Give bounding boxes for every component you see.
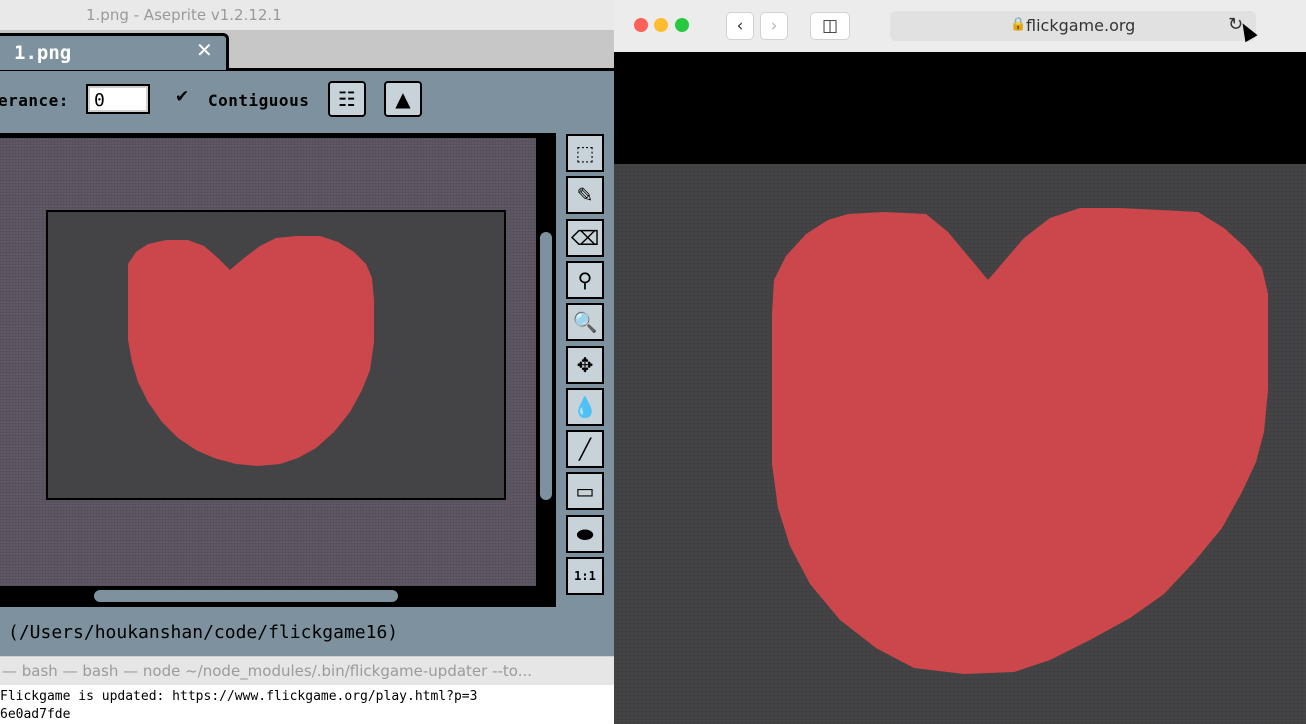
terminal-line: Flickgame is updated: https://www.flickg… (0, 689, 478, 704)
safari-window: ‹ › ◫ 🔒 flickgame.org ↻ (614, 0, 1306, 724)
terminal-title-bar: — bash — bash — node ~/node_modules/.bin… (0, 656, 614, 686)
actual-size-icon[interactable]: 1:1 (566, 557, 604, 595)
rectangular-marquee-icon[interactable]: ⬚ (566, 134, 604, 172)
tolerance-input[interactable]: 0 (86, 84, 150, 114)
tool-bar: ⬚ ✎ ⌫ ⚲ 🔍 ✥ 💧 ╱ ▭ ⬬ 1:1 (562, 130, 608, 608)
safari-toolbar: ‹ › ◫ 🔒 flickgame.org ↻ (614, 0, 1306, 53)
chevron-right-icon[interactable]: › (760, 12, 788, 40)
ink-icon[interactable]: ▲ (384, 81, 422, 117)
zoom-icon[interactable]: 🔍 (566, 303, 604, 342)
vertical-scroll-thumb[interactable] (540, 232, 552, 500)
aseprite-title-bar: 1.png - Aseprite v1.2.12.1 (0, 0, 614, 30)
close-icon[interactable]: ✕ (196, 38, 213, 62)
lock-icon: 🔒 (1010, 17, 1027, 32)
tab-1png[interactable]: 1.png ✕ (0, 33, 229, 70)
zoom-window-button[interactable] (675, 18, 689, 32)
close-window-button[interactable] (634, 18, 648, 32)
minimize-window-button[interactable] (654, 18, 668, 32)
paint-bucket-icon[interactable]: 💧 (566, 387, 604, 426)
sliders-icon[interactable]: ☷ (328, 81, 366, 117)
aseprite-window: 1.png - Aseprite v1.2.12.1 1.png ✕ eranc… (0, 0, 614, 724)
sprite-canvas[interactable] (46, 210, 506, 500)
tolerance-label: erance: (0, 91, 69, 110)
rectangle-icon[interactable]: ▭ (566, 472, 604, 511)
line-icon[interactable]: ╱ (566, 430, 604, 469)
window-title: 1.png - Aseprite v1.2.12.1 (86, 6, 282, 24)
status-bar: (/Users/houkanshan/code/flickgame16) (0, 610, 614, 656)
tab-label: 1.png (14, 42, 72, 64)
eyedropper-icon[interactable]: ⚲ (566, 260, 604, 299)
sidebar-icon[interactable]: ◫ (810, 12, 850, 40)
heart-drawing (772, 208, 1268, 674)
terminal-line: 6e0ad7fde (0, 707, 71, 722)
eraser-icon[interactable]: ⌫ (566, 218, 604, 257)
heart-shape (772, 208, 1268, 674)
terminal-output[interactable]: Flickgame is updated: https://www.flickg… (0, 685, 614, 724)
chevron-left-icon[interactable]: ‹ (726, 12, 754, 40)
page-header-band (614, 52, 1306, 164)
file-path: (/Users/houkanshan/code/flickgame16) (8, 622, 399, 643)
heart-shape (128, 236, 374, 466)
context-bar: erance: 0 ✔ Contiguous ☷ ▲ (0, 71, 614, 131)
address-bar[interactable]: 🔒 flickgame.org ↻ (890, 11, 1256, 41)
horizontal-scroll-thumb[interactable] (94, 590, 398, 602)
pencil-icon[interactable]: ✎ (566, 176, 604, 215)
flickgame-canvas[interactable] (614, 164, 1306, 724)
checkmark-icon[interactable]: ✔ (175, 87, 189, 107)
url-text: flickgame.org (1026, 16, 1136, 35)
contour-icon[interactable]: ⬬ (566, 514, 604, 553)
move-icon[interactable]: ✥ (566, 345, 604, 384)
terminal-title: — bash — bash — node ~/node_modules/.bin… (2, 662, 532, 680)
contiguous-label[interactable]: Contiguous (208, 91, 309, 110)
heart-drawing (128, 236, 374, 466)
